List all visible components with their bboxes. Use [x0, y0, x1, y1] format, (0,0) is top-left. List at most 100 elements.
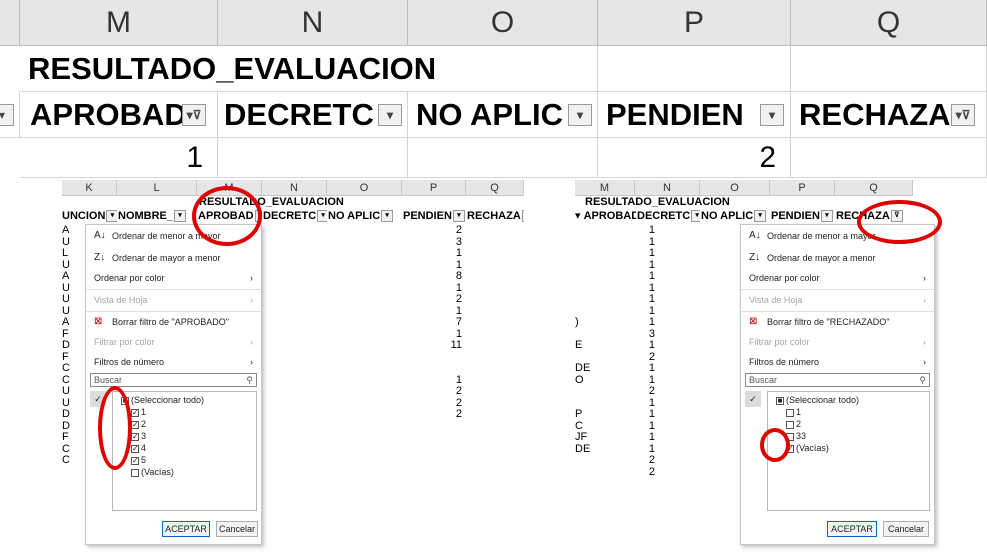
column-header-m[interactable]: M — [20, 0, 218, 46]
filter-active-icon[interactable]: ⊽ — [521, 210, 524, 223]
cell-value[interactable]: O — [575, 374, 585, 387]
cell-value[interactable]: A — [62, 270, 70, 283]
cell-value[interactable]: 1 — [605, 420, 655, 433]
column-header-o[interactable]: O — [700, 180, 770, 196]
cell-value[interactable]: JF — [575, 431, 587, 444]
filter-dropdown-icon[interactable]: ▾ — [317, 210, 327, 223]
value-cell[interactable]: 1 — [20, 138, 218, 178]
cell-value[interactable] — [575, 260, 585, 272]
cell-value[interactable] — [575, 467, 585, 479]
list-item[interactable]: ■ (Seleccionar todo) — [776, 394, 859, 406]
cell-value[interactable]: 2 — [605, 351, 655, 364]
cell-value[interactable]: F — [62, 431, 70, 444]
cell-value[interactable]: 1 — [605, 443, 655, 456]
header-cell[interactable]: DECRETC ▾ — [263, 209, 327, 223]
cell-value[interactable]: D — [62, 339, 70, 352]
cancel-button[interactable]: Cancelar — [216, 521, 258, 537]
cell-value[interactable]: U — [62, 293, 70, 306]
cell-value[interactable]: 1 — [605, 236, 655, 249]
cell-value[interactable]: 2 — [402, 293, 462, 306]
sort-descending-item[interactable]: Z↓ Ordenar de mayor a menor — [86, 249, 261, 267]
header-pendiente[interactable]: PENDIEN ▾ — [598, 92, 791, 138]
header-aprobado[interactable]: APROBAD ▾⊽ — [20, 92, 218, 138]
column-header-q[interactable]: Q — [466, 180, 524, 196]
cell-value[interactable]: 1 — [605, 316, 655, 329]
column-header-p[interactable]: P — [402, 180, 466, 196]
cell-value[interactable] — [402, 421, 462, 433]
filter-dropdown-icon[interactable]: ▾ — [378, 104, 402, 126]
list-item[interactable]: ✓ (Vacías) — [786, 442, 829, 454]
list-item[interactable]: ✓ 3 — [131, 430, 146, 442]
cell-value[interactable]: U — [62, 385, 70, 398]
filter-dropdown-icon[interactable]: ▾ — [754, 210, 767, 223]
cell-value[interactable]: 2 — [605, 466, 655, 479]
cell-value[interactable]: 1 — [605, 270, 655, 283]
filter-dropdown-icon[interactable]: ▾ — [820, 210, 833, 223]
cell-value[interactable]: 1 — [402, 374, 462, 387]
cell-value[interactable]: 1 — [605, 247, 655, 260]
header-cell[interactable]: RECHAZA⊽ — [467, 209, 524, 223]
cell-value[interactable]: L — [62, 247, 70, 260]
cell-value[interactable] — [402, 352, 462, 364]
sort-descending-item[interactable]: Z↓ Ordenar de mayor a menor — [741, 249, 934, 267]
filter-dropdown-icon[interactable]: ▾ — [381, 210, 394, 223]
column-header-p[interactable]: P — [770, 180, 835, 196]
accept-button[interactable]: ACEPTAR — [162, 521, 210, 537]
cell-value[interactable] — [575, 237, 585, 249]
cell-value[interactable]: ) — [575, 316, 585, 329]
cell-value[interactable]: 1 — [402, 305, 462, 318]
header-decreto[interactable]: DECRETC ▾ — [218, 92, 408, 138]
value-cell[interactable] — [791, 138, 987, 178]
cell-value[interactable]: 2 — [402, 397, 462, 410]
cell-value[interactable]: A — [62, 224, 70, 237]
checkbox-checked[interactable]: ✓ — [131, 420, 139, 429]
cell-value[interactable]: 1 — [605, 293, 655, 306]
cell-value[interactable]: 2 — [402, 385, 462, 398]
checkbox-checked[interactable]: ✓ — [131, 456, 139, 465]
column-header-o[interactable]: O — [408, 0, 598, 46]
list-item[interactable]: ✓ 2 — [131, 418, 146, 430]
column-header-prev[interactable] — [0, 0, 20, 46]
cell-value[interactable]: P — [575, 408, 585, 421]
cell-value[interactable]: 2 — [402, 224, 462, 237]
filter-dropdown-icon[interactable]: ▾ — [0, 104, 14, 126]
column-header-q[interactable]: Q — [835, 180, 913, 196]
column-header-k[interactable]: K — [62, 180, 117, 196]
cell-value[interactable]: 1 — [402, 259, 462, 272]
cell-value[interactable]: A — [62, 316, 70, 329]
column-header-p[interactable]: P — [598, 0, 791, 46]
cell-value[interactable]: 1 — [605, 259, 655, 272]
cell-value[interactable] — [575, 294, 585, 306]
checkbox-checked[interactable]: ✓ — [131, 444, 139, 453]
filter-dropdown-icon[interactable]: ▾ — [174, 210, 187, 223]
filter-dropdown-icon[interactable]: ▾ — [568, 104, 592, 126]
list-item[interactable]: ■ (Seleccionar todo) — [121, 394, 204, 406]
filter-by-color-item[interactable]: Filtrar por color › — [741, 333, 934, 351]
clear-filter-item[interactable]: ⊠ Borrar filtro de "RECHAZADO" — [741, 313, 934, 331]
sort-by-color-item[interactable]: Ordenar por color › — [86, 269, 261, 287]
list-item[interactable]: 1 — [786, 406, 801, 418]
cell-value[interactable]: C — [62, 362, 70, 375]
cell-value[interactable]: 8 — [402, 270, 462, 283]
header-cell[interactable]: PENDIEN ▾ — [771, 209, 835, 223]
list-item[interactable]: ✓ 1 — [131, 406, 146, 418]
value-cell[interactable] — [218, 138, 408, 178]
header-rechazado[interactable]: RECHAZA ▾⊽ — [791, 92, 987, 138]
search-input[interactable]: Buscar ⚲ — [90, 373, 257, 387]
filter-dropdown-icon[interactable]: ▾ — [760, 104, 784, 126]
accept-button[interactable]: ACEPTAR — [827, 521, 877, 537]
header-cell[interactable]: UNCION ▾ — [62, 209, 117, 223]
cell-value[interactable]: 1 — [605, 431, 655, 444]
cell-value[interactable]: 2 — [605, 454, 655, 467]
checkbox-checked[interactable]: ✓ — [131, 432, 139, 441]
number-filters-item[interactable]: Filtros de número › — [86, 353, 261, 371]
checkbox-checked[interactable]: ✓ — [131, 408, 139, 417]
cell-value[interactable] — [575, 283, 585, 295]
column-header-n[interactable]: N — [218, 0, 408, 46]
cell-value[interactable]: 2 — [605, 385, 655, 398]
list-item[interactable]: ✓ 5 — [131, 454, 146, 466]
cell-value[interactable] — [575, 271, 585, 283]
column-header-n[interactable]: N — [635, 180, 700, 196]
filter-dropdown-icon[interactable]: ▾ — [452, 210, 465, 223]
filter-dropdown-icon[interactable]: ▾ — [106, 210, 117, 223]
